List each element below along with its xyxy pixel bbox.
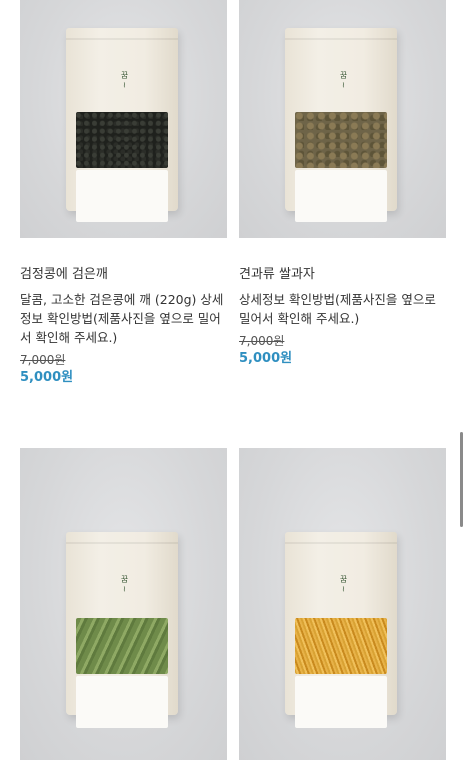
scrollbar[interactable] bbox=[460, 432, 463, 527]
bag-label-area bbox=[295, 676, 387, 728]
original-price: 7,000원 bbox=[20, 353, 66, 367]
product-image[interactable]: 꿈 ~ bbox=[20, 448, 227, 760]
product-bag: 꿈 ~ bbox=[66, 28, 178, 222]
sale-price: 5,000원 bbox=[239, 351, 293, 366]
product-bag: 꿈 ~ bbox=[285, 28, 397, 222]
product-name[interactable]: 검정콩에 검은깨 bbox=[20, 266, 227, 283]
bag-label-area bbox=[295, 170, 387, 222]
product-bag: 꿈 ~ bbox=[285, 532, 397, 728]
product-window bbox=[295, 618, 387, 674]
product-description: 상세정보 확인방법(제품사진을 옆으로 밀어서 확인해 주세요.) bbox=[239, 292, 436, 326]
bag-label-area bbox=[76, 170, 168, 222]
brand-logo: 꿈 ~ bbox=[120, 71, 129, 89]
brand-logo: 꿈 ~ bbox=[339, 575, 348, 593]
original-price: 7,000원 bbox=[239, 334, 285, 348]
sale-price: 5,000원 bbox=[20, 370, 74, 385]
bag-label-area bbox=[76, 676, 168, 728]
product-window bbox=[76, 112, 168, 168]
product-bag: 꿈 ~ bbox=[66, 532, 178, 728]
product-window bbox=[295, 112, 387, 168]
product-name[interactable]: 견과류 쌀과자 bbox=[239, 266, 446, 283]
product-card[interactable]: 꿈 ~ 검정콩에 검은깨 달콤, 고소한 검은콩에 깨 (220g) 상세정보 … bbox=[20, 0, 227, 387]
product-image[interactable]: 꿈 ~ bbox=[239, 0, 446, 238]
product-image[interactable]: 꿈 ~ bbox=[20, 0, 227, 238]
product-image[interactable]: 꿈 ~ bbox=[239, 448, 446, 760]
brand-logo: 꿈 ~ bbox=[339, 71, 348, 89]
product-card[interactable]: 꿈 ~ 견과류 쌀과자 상세정보 확인방법(제품사진을 옆으로 밀어서 확인해 … bbox=[239, 0, 446, 368]
product-card[interactable]: 꿈 ~ bbox=[20, 448, 227, 760]
product-description: 달콤, 고소한 검은콩에 깨 (220g) 상세정보 확인방법(제품사진을 옆으… bbox=[20, 292, 224, 345]
brand-logo: 꿈 ~ bbox=[120, 575, 129, 593]
product-card[interactable]: 꿈 ~ bbox=[239, 448, 446, 760]
product-window bbox=[76, 618, 168, 674]
